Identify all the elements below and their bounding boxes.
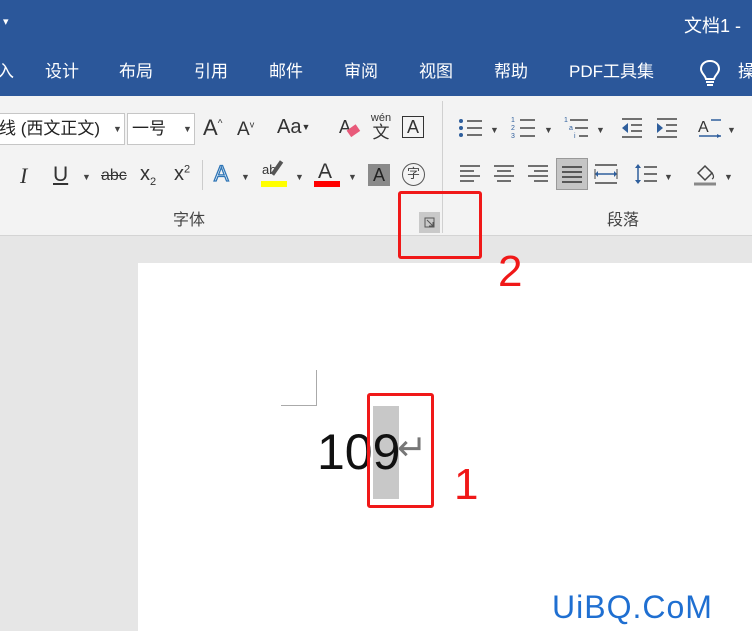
decrease-indent-icon[interactable] (620, 117, 644, 144)
change-case-button[interactable]: Aa▼ (277, 117, 310, 137)
chevron-down-icon[interactable]: ▼ (82, 172, 91, 182)
svg-text:a: a (569, 125, 573, 132)
tab-pdf-tools[interactable]: PDF工具集 (569, 61, 654, 83)
highlight-color-button[interactable]: ab (261, 160, 287, 188)
line-spacing-icon[interactable] (634, 163, 658, 190)
text-effects-button[interactable]: A (213, 162, 229, 185)
divider (202, 160, 203, 190)
tab-tell-me-partial[interactable]: 操 (738, 61, 752, 83)
character-border-icon[interactable]: A (402, 116, 424, 138)
svg-text:1: 1 (511, 117, 515, 124)
chevron-down-icon[interactable]: ▼ (664, 172, 673, 182)
tab-mailings[interactable]: 邮件 (269, 61, 303, 83)
margin-mark-horizontal (281, 405, 317, 406)
clear-formatting-icon[interactable]: A (337, 115, 361, 146)
align-center-icon[interactable] (493, 164, 515, 189)
margin-mark-vertical (316, 370, 317, 406)
tab-layout[interactable]: 布局 (119, 61, 153, 83)
chevron-down-icon: ▼ (183, 124, 192, 134)
font-name-select[interactable]: 线 (西文正文) ▼ (0, 113, 125, 145)
annotation-box-selection (367, 393, 434, 508)
distributed-align-icon[interactable] (594, 163, 618, 190)
align-left-icon[interactable] (459, 164, 481, 189)
tab-help[interactable]: 帮助 (494, 61, 528, 83)
chevron-down-icon[interactable]: ▼ (724, 172, 733, 182)
font-size-value: 一号 (132, 119, 166, 138)
font-color-swatch (314, 181, 340, 187)
chevron-down-icon[interactable]: ▼ (295, 172, 304, 182)
svg-text:3: 3 (511, 133, 515, 139)
tab-view[interactable]: 视图 (419, 61, 453, 83)
font-size-select[interactable]: 一号 ▼ (127, 113, 195, 145)
chevron-down-icon[interactable]: ▼ (490, 125, 499, 135)
justify-icon (562, 166, 582, 183)
svg-text:i: i (574, 133, 576, 139)
chevron-down-icon[interactable]: ▼ (348, 172, 357, 182)
tab-references[interactable]: 引用 (194, 61, 228, 83)
chevron-down-icon[interactable]: ▼ (727, 125, 736, 135)
tab-review[interactable]: 审阅 (344, 61, 378, 83)
annotation-number-2: 2 (498, 247, 523, 296)
chevron-down-icon[interactable]: ▼ (544, 125, 553, 135)
svg-text:2: 2 (511, 125, 515, 132)
underline-button[interactable]: U (53, 164, 68, 185)
watermark: UiBQ.CoM (552, 589, 713, 625)
paragraph-shading-icon[interactable] (692, 161, 718, 192)
font-color-button[interactable]: A (314, 160, 340, 188)
justify-button[interactable] (556, 158, 588, 190)
tab-design[interactable]: 设计 (45, 61, 79, 83)
character-shading-icon[interactable]: A (368, 164, 390, 186)
bullets-icon[interactable] (458, 117, 484, 144)
quick-access-dropdown-icon[interactable]: ▾ (3, 15, 9, 28)
strikethrough-button[interactable]: abc (101, 168, 127, 184)
increase-indent-icon[interactable] (655, 117, 679, 144)
highlight-swatch (261, 181, 287, 187)
superscript-button[interactable]: x2 (174, 164, 190, 184)
multilevel-list-icon[interactable]: 1ai (564, 115, 590, 144)
grow-font-icon[interactable]: A^ (203, 117, 222, 139)
document-page[interactable] (138, 263, 752, 631)
italic-button[interactable]: I (20, 165, 27, 187)
chevron-down-icon[interactable]: ▼ (596, 125, 605, 135)
lightbulb-icon[interactable] (699, 59, 721, 92)
window-title: 文档1 - (684, 16, 742, 36)
svg-text:1: 1 (564, 117, 568, 124)
numbering-icon[interactable]: 123 (511, 115, 537, 144)
font-group-label: 字体 (173, 212, 206, 229)
title-bar: ▾ 文档1 - (0, 0, 752, 48)
tab-partial[interactable]: 入 (0, 61, 14, 83)
paragraph-group-label: 段落 (607, 212, 640, 229)
chinese-layout-icon[interactable]: A (697, 116, 723, 145)
annotation-box-launcher (398, 191, 482, 259)
annotation-number-1: 1 (454, 460, 479, 509)
phonetic-guide-icon[interactable]: wén 文 (369, 113, 393, 142)
align-right-icon[interactable] (527, 164, 549, 189)
shrink-font-icon[interactable]: Av (237, 120, 254, 139)
subscript-button[interactable]: x2 (140, 164, 156, 188)
chevron-down-icon[interactable]: ▼ (241, 172, 250, 182)
font-name-value: 线 (西文正文) (0, 119, 101, 138)
text-before-selection: 10 (317, 424, 373, 480)
chevron-down-icon: ▼ (113, 124, 122, 134)
svg-text:A: A (698, 119, 709, 136)
enclose-characters-icon[interactable]: 字 (402, 163, 425, 186)
